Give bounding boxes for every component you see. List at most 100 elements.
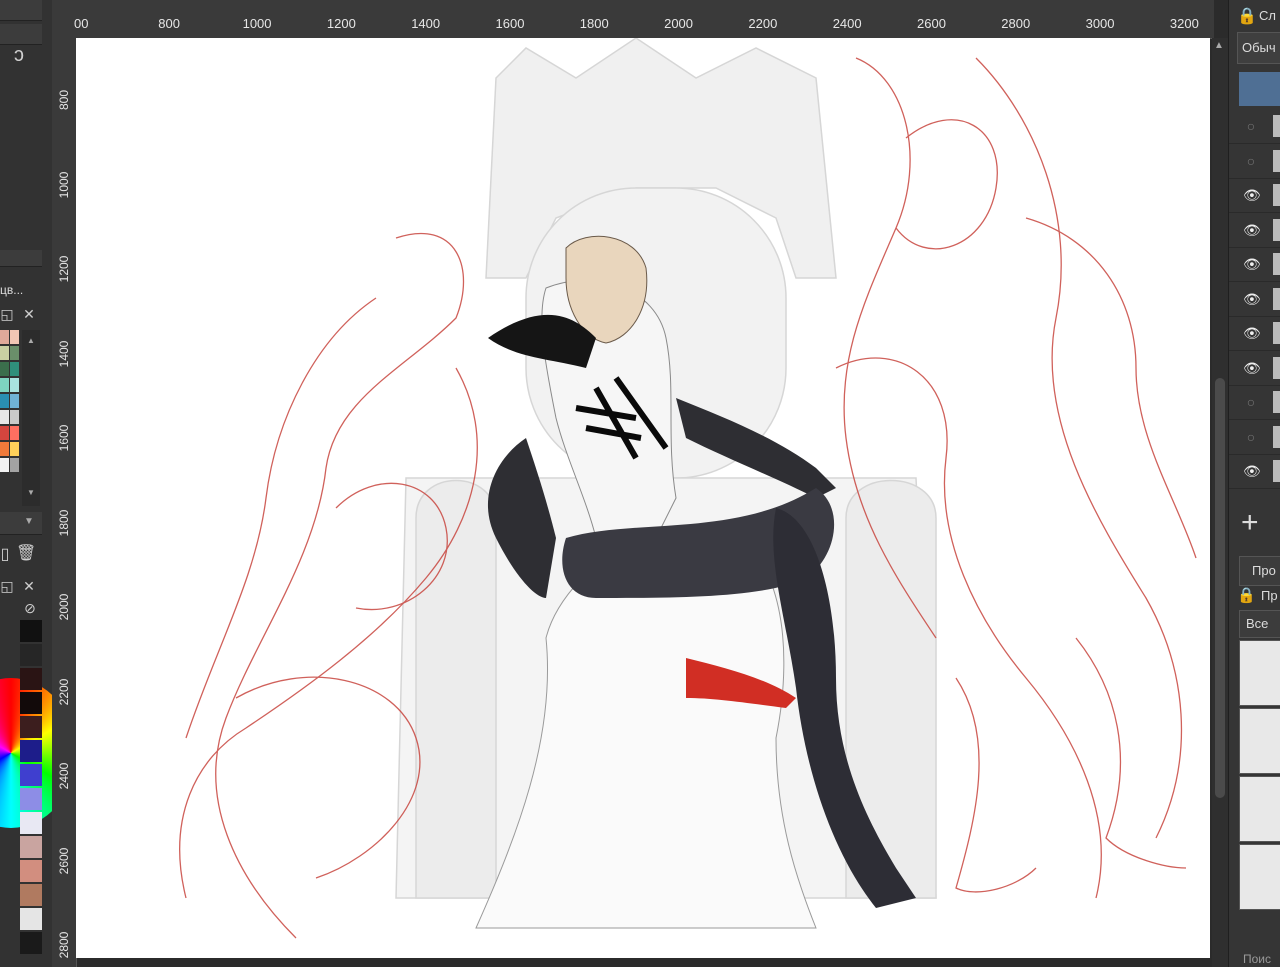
no-color-icon[interactable]: ⊘ — [22, 600, 38, 617]
layer-thumbnail[interactable] — [1273, 287, 1280, 310]
brush-presets-tab[interactable]: Про — [1239, 556, 1280, 586]
eye-icon[interactable]: 👁 — [1243, 222, 1261, 238]
layer-thumbnail[interactable] — [1273, 253, 1280, 275]
history-swatch[interactable] — [20, 836, 42, 858]
history-swatch[interactable] — [20, 908, 42, 930]
palette-swatch[interactable] — [10, 442, 19, 456]
color-history[interactable] — [20, 620, 42, 960]
layer-thumbnail[interactable] — [1273, 460, 1280, 482]
palette-swatch[interactable] — [0, 442, 9, 456]
eye-icon[interactable]: 👁 — [1243, 256, 1261, 272]
vertical-ruler: 800 1000 1200 1400 1600 1800 2000 2200 2400 2600 2… — [52, 38, 77, 967]
palette-swatch[interactable] — [0, 346, 9, 360]
eye-icon[interactable]: 👁 — [1243, 360, 1261, 376]
scroll-up-icon-canvas[interactable]: ▲ — [1214, 40, 1224, 51]
float-panel-icon[interactable]: ◱ — [0, 306, 14, 323]
history-swatch[interactable] — [20, 932, 42, 954]
palette-swatch[interactable] — [10, 330, 19, 344]
history-swatch[interactable] — [20, 668, 42, 690]
eye-icon[interactable]: 👁 — [1243, 463, 1261, 479]
canvas-vertical-scrollbar[interactable]: ▲ — [1212, 38, 1228, 967]
layer-row[interactable]: 👁 — [1229, 214, 1280, 248]
history-swatch[interactable] — [20, 644, 42, 666]
brush-preset-1[interactable] — [1239, 640, 1280, 706]
layer-thumbnail[interactable] — [1273, 322, 1280, 344]
eye-hidden-icon[interactable]: ○ — [1243, 153, 1259, 169]
layer-row[interactable]: 👁 — [1229, 317, 1280, 351]
history-swatch[interactable] — [20, 860, 42, 882]
palette-swatch[interactable] — [0, 330, 9, 344]
layer-row[interactable]: 👁 — [1229, 352, 1280, 386]
drawing-canvas[interactable] — [76, 38, 1210, 958]
history-swatch[interactable] — [20, 716, 42, 738]
layer-thumbnail[interactable] — [1273, 115, 1280, 137]
brush-preset-2[interactable] — [1239, 708, 1280, 774]
palette-swatch[interactable] — [0, 410, 9, 424]
history-swatch[interactable] — [20, 884, 42, 906]
lasso-icon[interactable]: ↄ — [4, 44, 34, 68]
scrollbar-thumb[interactable] — [1215, 378, 1225, 798]
close-icon[interactable]: ✕ — [22, 306, 36, 323]
history-swatch[interactable] — [20, 740, 42, 762]
scroll-down-icon[interactable]: ▼ — [27, 488, 35, 497]
brush-preset-3[interactable] — [1239, 776, 1280, 842]
lock-icon[interactable]: 🔒 — [1237, 6, 1257, 26]
palette-swatch[interactable] — [0, 426, 9, 440]
eye-icon[interactable]: 👁 — [1243, 291, 1261, 307]
trash-icon[interactable]: 🗑 — [16, 543, 36, 563]
palette-swatch[interactable] — [0, 458, 9, 472]
history-swatch[interactable] — [20, 788, 42, 810]
add-layer-icon[interactable]: + — [1241, 508, 1259, 538]
layer-row[interactable]: ○ — [1229, 421, 1280, 455]
palette-dropdown[interactable]: ▼ — [0, 512, 42, 535]
active-layer-highlight[interactable] — [1239, 72, 1280, 106]
palette-swatch[interactable] — [10, 410, 19, 424]
layer-row[interactable]: 👁 — [1229, 248, 1280, 282]
layer-thumbnail[interactable] — [1273, 425, 1280, 448]
eye-icon[interactable]: 👁 — [1243, 325, 1261, 341]
history-swatch[interactable] — [20, 692, 42, 714]
layer-thumbnail[interactable] — [1273, 149, 1280, 172]
layer-row[interactable]: ○ — [1229, 145, 1280, 179]
close-icon-2[interactable]: ✕ — [22, 578, 36, 595]
eye-hidden-icon[interactable]: ○ — [1243, 118, 1259, 134]
layer-thumbnail[interactable] — [1273, 218, 1280, 241]
palette-swatch[interactable] — [0, 378, 9, 392]
layer-row[interactable]: ○ — [1229, 386, 1280, 420]
eye-icon[interactable]: 👁 — [1243, 187, 1261, 203]
palette-label: цв... — [0, 283, 24, 297]
brush-preset-4[interactable] — [1239, 844, 1280, 910]
palette-swatch[interactable] — [10, 426, 19, 440]
layer-name-field[interactable] — [0, 250, 42, 267]
palette-scrollbar[interactable]: ▲ ▼ — [22, 330, 40, 506]
layer-thumbnail[interactable] — [1273, 184, 1280, 206]
tool-option-strip[interactable] — [0, 24, 42, 45]
history-swatch[interactable] — [20, 764, 42, 786]
panel-icon[interactable]: ▯ — [0, 544, 10, 564]
palette-swatch[interactable] — [0, 394, 9, 408]
palette-swatch[interactable] — [10, 458, 19, 472]
ruler-tick-v: 800 — [57, 89, 71, 111]
layer-thumbnail[interactable] — [1273, 391, 1280, 413]
lock-icon-2[interactable]: 🔒 — [1237, 586, 1257, 604]
palette-swatch[interactable] — [10, 378, 19, 392]
palette-swatch[interactable] — [0, 362, 9, 376]
float-panel-icon-2[interactable]: ◱ — [0, 578, 14, 595]
brush-filter-select[interactable]: Все — [1239, 610, 1280, 638]
brush-search-field[interactable]: Поис — [1243, 952, 1271, 966]
palette-swatch[interactable] — [10, 394, 19, 408]
history-swatch[interactable] — [20, 812, 42, 834]
layer-row[interactable]: 👁 — [1229, 455, 1280, 489]
blend-mode-select[interactable]: Обыч — [1237, 32, 1280, 64]
palette-swatch[interactable] — [10, 346, 19, 360]
layer-row[interactable]: ○ — [1229, 110, 1280, 144]
chevron-down-icon[interactable]: ▼ — [24, 516, 34, 527]
layer-row[interactable]: 👁 — [1229, 283, 1280, 317]
scroll-up-icon[interactable]: ▲ — [27, 336, 35, 345]
palette-swatch[interactable] — [10, 362, 19, 376]
layer-row[interactable]: 👁 — [1229, 179, 1280, 213]
eye-hidden-icon[interactable]: ○ — [1243, 394, 1259, 410]
history-swatch[interactable] — [20, 620, 42, 642]
eye-hidden-icon[interactable]: ○ — [1243, 429, 1259, 445]
layer-thumbnail[interactable] — [1273, 356, 1280, 379]
